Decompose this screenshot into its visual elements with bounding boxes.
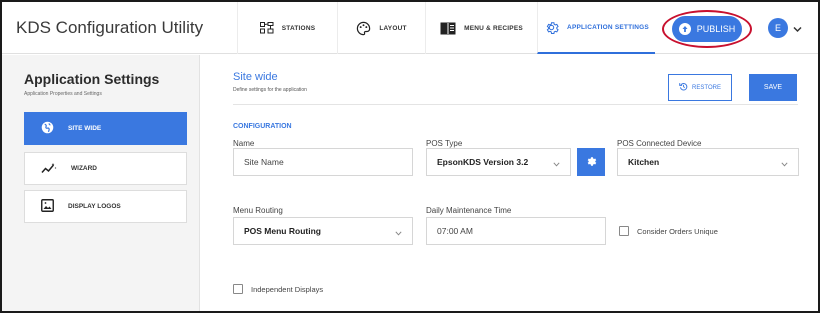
tab-menu-recipes[interactable]: MENU & RECIPES xyxy=(425,2,537,54)
tab-label: APPLICATION SETTINGS xyxy=(567,23,649,31)
divider xyxy=(233,104,798,105)
consider-orders-unique-label: Consider Orders Unique xyxy=(637,226,718,236)
sidebar-item-label: DISPLAY LOGOS xyxy=(68,203,121,210)
section-title: Site wide xyxy=(233,71,278,83)
sidebar-item-label: WIZARD xyxy=(71,165,97,172)
menu-routing-label: Menu Routing xyxy=(233,206,283,215)
upload-icon xyxy=(678,23,691,35)
name-label: Name xyxy=(233,139,255,148)
app-window: KDS Configuration Utility STATIONS LAYOU… xyxy=(0,0,820,313)
top-bar: KDS Configuration Utility STATIONS LAYOU… xyxy=(2,2,818,54)
tab-label: STATIONS xyxy=(281,24,316,32)
tab-stations[interactable]: STATIONS xyxy=(237,2,337,54)
restore-button[interactable]: RESTORE xyxy=(668,74,732,101)
tab-application-settings[interactable]: APPLICATION SETTINGS xyxy=(537,2,655,54)
image-icon xyxy=(41,199,54,214)
publish-label: PUBLISH xyxy=(696,24,736,34)
chevron-down-icon xyxy=(781,159,788,169)
sidebar-subtitle: Application Properties and Settings xyxy=(24,91,102,97)
independent-displays-row: Independent Displays xyxy=(233,284,323,294)
maintenance-value: 07:00 AM xyxy=(437,226,473,236)
sidebar-item-display-logos[interactable]: DISPLAY LOGOS xyxy=(24,190,187,223)
sidebar-title: Application Settings xyxy=(24,71,160,87)
maintenance-time-input[interactable]: 07:00 AM xyxy=(426,217,606,245)
chevron-down-icon xyxy=(395,228,402,238)
save-button[interactable]: SAVE xyxy=(749,74,797,101)
pos-type-value: EpsonKDS Version 3.2 xyxy=(437,157,529,167)
maintenance-label: Daily Maintenance Time xyxy=(426,206,512,215)
sidebar-item-wizard[interactable]: WIZARD xyxy=(24,152,187,185)
wand-icon xyxy=(41,162,57,176)
app-title: KDS Configuration Utility xyxy=(16,18,204,37)
name-value: Site Name xyxy=(244,157,284,167)
independent-displays-label: Independent Displays xyxy=(251,284,324,294)
avatar[interactable]: E xyxy=(768,18,788,38)
stations-icon xyxy=(259,22,274,34)
tab-layout[interactable]: LAYOUT xyxy=(337,2,425,54)
pos-device-value: Kitchen xyxy=(628,157,660,167)
pos-type-label: POS Type xyxy=(426,139,463,148)
configuration-heading: CONFIGURATION xyxy=(233,123,292,130)
section-subtitle: Define settings for the application xyxy=(233,87,307,93)
consider-orders-unique-row: Consider Orders Unique xyxy=(619,226,718,236)
pos-type-select[interactable]: EpsonKDS Version 3.2 xyxy=(426,148,571,176)
sidebar-item-site-wide[interactable]: SITE WIDE xyxy=(24,112,187,145)
sidebar-item-label: SITE WIDE xyxy=(68,125,102,132)
name-input[interactable]: Site Name xyxy=(233,148,413,176)
globe-icon xyxy=(41,121,54,136)
gear-icon xyxy=(544,20,559,35)
menu-routing-value: POS Menu Routing xyxy=(244,226,321,236)
consider-orders-unique-checkbox[interactable] xyxy=(619,226,629,236)
menu-routing-select[interactable]: POS Menu Routing xyxy=(233,217,413,245)
tab-label: LAYOUT xyxy=(379,24,407,32)
palette-icon xyxy=(356,21,371,36)
pos-settings-button[interactable] xyxy=(577,148,605,176)
pos-device-select[interactable]: Kitchen xyxy=(617,148,799,176)
restore-label: RESTORE xyxy=(692,84,721,91)
chevron-down-icon xyxy=(553,159,560,169)
book-icon xyxy=(440,22,456,35)
main-panel: Site wide Define settings for the applic… xyxy=(201,55,818,311)
tab-label: MENU & RECIPES xyxy=(464,24,523,32)
chevron-down-icon[interactable] xyxy=(793,20,802,38)
gear-icon xyxy=(585,155,597,170)
publish-button[interactable]: PUBLISH xyxy=(672,16,742,42)
independent-displays-checkbox[interactable] xyxy=(233,284,243,294)
sidebar: Application Settings Application Propert… xyxy=(2,55,200,311)
restore-icon xyxy=(679,82,688,93)
pos-device-label: POS Connected Device xyxy=(617,139,702,148)
